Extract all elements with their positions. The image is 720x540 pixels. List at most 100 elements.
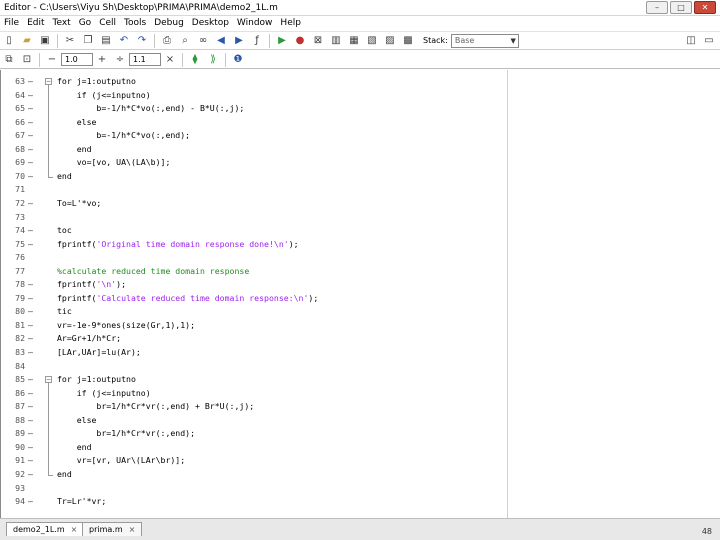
- breakpoint-marker[interactable]: —: [28, 224, 33, 238]
- close-tab-icon[interactable]: ×: [129, 525, 136, 534]
- breakpoint-marker[interactable]: —: [28, 346, 33, 360]
- code-line[interactable]: 63— for j=1:outputno: [1, 75, 720, 89]
- code-line[interactable]: 72— To=L'*vo;: [1, 197, 720, 211]
- code-line[interactable]: 76: [1, 251, 720, 265]
- code-line[interactable]: 74— toc: [1, 224, 720, 238]
- code-line[interactable]: 67— b=-1/h*C*vo(:,end);: [1, 129, 720, 143]
- undo-icon[interactable]: ↶: [117, 34, 131, 48]
- code-line[interactable]: 90— end: [1, 441, 720, 455]
- save-icon[interactable]: ▣: [38, 34, 52, 48]
- increment-value-input[interactable]: 1.0: [61, 53, 93, 66]
- code-line[interactable]: 88— else: [1, 414, 720, 428]
- close-tab-icon[interactable]: ×: [71, 525, 78, 534]
- exit-debug-icon[interactable]: ▩: [401, 34, 415, 48]
- code-line[interactable]: 78— fprintf('\n');: [1, 278, 720, 292]
- code-line[interactable]: 71: [1, 183, 720, 197]
- code-line[interactable]: 77 %calculate reduced time domain respons…: [1, 265, 720, 279]
- copy-icon[interactable]: ❐: [81, 34, 95, 48]
- increment-button[interactable]: +: [95, 53, 109, 67]
- code-line[interactable]: 70— end: [1, 170, 720, 184]
- breakpoint-icon[interactable]: ●: [293, 34, 307, 48]
- menu-window[interactable]: Window: [233, 18, 277, 28]
- breakpoint-marker[interactable]: —: [28, 116, 33, 130]
- code-line[interactable]: 82— Ar=Gr+1/h*Cr;: [1, 332, 720, 346]
- back-icon[interactable]: ◀: [214, 34, 228, 48]
- find-binoculars-icon[interactable]: ∞: [196, 34, 210, 48]
- cell-run-advance-icon[interactable]: ⟫: [206, 53, 220, 67]
- fold-toggle-icon[interactable]: −: [45, 376, 52, 384]
- breakpoint-marker[interactable]: —: [28, 156, 33, 170]
- maximize-button[interactable]: □: [670, 1, 692, 14]
- menu-help[interactable]: Help: [276, 18, 305, 28]
- breakpoint-marker[interactable]: —: [28, 89, 33, 103]
- stack-dropdown[interactable]: Base ▼: [450, 33, 519, 48]
- paste-icon[interactable]: ▤: [99, 34, 113, 48]
- menu-go[interactable]: Go: [75, 18, 95, 28]
- forward-icon[interactable]: ▶: [232, 34, 246, 48]
- breakpoint-marker[interactable]: —: [28, 75, 33, 89]
- fold-toggle-icon[interactable]: −: [45, 78, 52, 85]
- cut-icon[interactable]: ✂: [63, 34, 77, 48]
- code-line[interactable]: 83— [LAr,UAr]=lu(Ar);: [1, 346, 720, 360]
- code-line[interactable]: 84: [1, 360, 720, 374]
- menu-text[interactable]: Text: [49, 18, 75, 28]
- find-icon[interactable]: ⌕: [178, 34, 192, 48]
- code-line[interactable]: 73: [1, 211, 720, 225]
- code-line[interactable]: 69— vo=[vo, UA\(LA\b)];: [1, 156, 720, 170]
- code-line[interactable]: 65— b=-1/h*C*vo(:,end) - B*U(:,j);: [1, 102, 720, 116]
- breakpoint-marker[interactable]: —: [28, 373, 33, 387]
- breakpoint-marker[interactable]: —: [28, 414, 33, 428]
- cell-mode-icon[interactable]: ⧉: [2, 53, 16, 67]
- run-icon[interactable]: ▶: [275, 34, 289, 48]
- breakpoint-marker[interactable]: —: [28, 495, 33, 509]
- multiply-button[interactable]: ×: [163, 53, 177, 67]
- cell-eval-icon[interactable]: ⊡: [20, 53, 34, 67]
- breakpoint-marker[interactable]: —: [28, 129, 33, 143]
- breakpoint-marker[interactable]: —: [28, 441, 33, 455]
- menu-cell[interactable]: Cell: [95, 18, 120, 28]
- code-line[interactable]: 91— vr=[vr, UAr\(LAr\br)];: [1, 454, 720, 468]
- divide-button[interactable]: ÷: [113, 53, 127, 67]
- code-line[interactable]: 85— for j=1:outputno: [1, 373, 720, 387]
- breakpoint-marker[interactable]: —: [28, 332, 33, 346]
- breakpoint-marker[interactable]: —: [28, 278, 33, 292]
- menu-debug[interactable]: Debug: [150, 18, 188, 28]
- close-button[interactable]: ✕: [694, 1, 716, 14]
- clear-breakpoints-icon[interactable]: ⊠: [311, 34, 325, 48]
- code-line[interactable]: 68— end: [1, 143, 720, 157]
- code-line[interactable]: 86— if (j<=inputno): [1, 387, 720, 401]
- tab-prima[interactable]: prima.m ×: [82, 522, 143, 536]
- code-line[interactable]: 79— fprintf('Calculate reduced time domai…: [1, 292, 720, 306]
- tab-demo2[interactable]: demo2_1L.m ×: [6, 522, 85, 536]
- multiplier-value-input[interactable]: 1.1: [129, 53, 161, 66]
- breakpoint-marker[interactable]: —: [28, 305, 33, 319]
- breakpoint-marker[interactable]: —: [28, 170, 33, 184]
- menu-tools[interactable]: Tools: [120, 18, 150, 28]
- step-icon[interactable]: ▥: [329, 34, 343, 48]
- menu-edit[interactable]: Edit: [23, 18, 48, 28]
- code-line[interactable]: 64— if (j<=inputno): [1, 89, 720, 103]
- code-line[interactable]: 89— br=1/h*Cr*vr(:,end);: [1, 427, 720, 441]
- code-line[interactable]: 81— vr=-1e-9*ones(size(Gr,1),1);: [1, 319, 720, 333]
- breakpoint-marker[interactable]: —: [28, 197, 33, 211]
- code-editor[interactable]: 63— for j=1:outputno 64— if (j<=inputno) 65…: [0, 70, 720, 518]
- print-icon[interactable]: ⎙: [160, 34, 174, 48]
- breakpoint-marker[interactable]: —: [28, 292, 33, 306]
- open-folder-icon[interactable]: ▰: [20, 34, 34, 48]
- decrement-button[interactable]: −: [45, 53, 59, 67]
- breakpoint-marker[interactable]: —: [28, 387, 33, 401]
- menu-desktop[interactable]: Desktop: [188, 18, 233, 28]
- code-line[interactable]: 66— else: [1, 116, 720, 130]
- breakpoint-marker[interactable]: —: [28, 454, 33, 468]
- code-line[interactable]: 80— tic: [1, 305, 720, 319]
- breakpoint-marker[interactable]: —: [28, 319, 33, 333]
- new-file-icon[interactable]: ▯: [2, 34, 16, 48]
- code-line[interactable]: 75— fprintf('Original time domain respons…: [1, 238, 720, 252]
- cell-run-icon[interactable]: ⧫: [188, 53, 202, 67]
- breakpoint-marker[interactable]: —: [28, 400, 33, 414]
- breakpoint-marker[interactable]: —: [28, 427, 33, 441]
- redo-icon[interactable]: ↷: [135, 34, 149, 48]
- split-horizontal-icon[interactable]: ▭: [702, 34, 716, 48]
- step-out-icon[interactable]: ▧: [365, 34, 379, 48]
- breakpoint-marker[interactable]: —: [28, 238, 33, 252]
